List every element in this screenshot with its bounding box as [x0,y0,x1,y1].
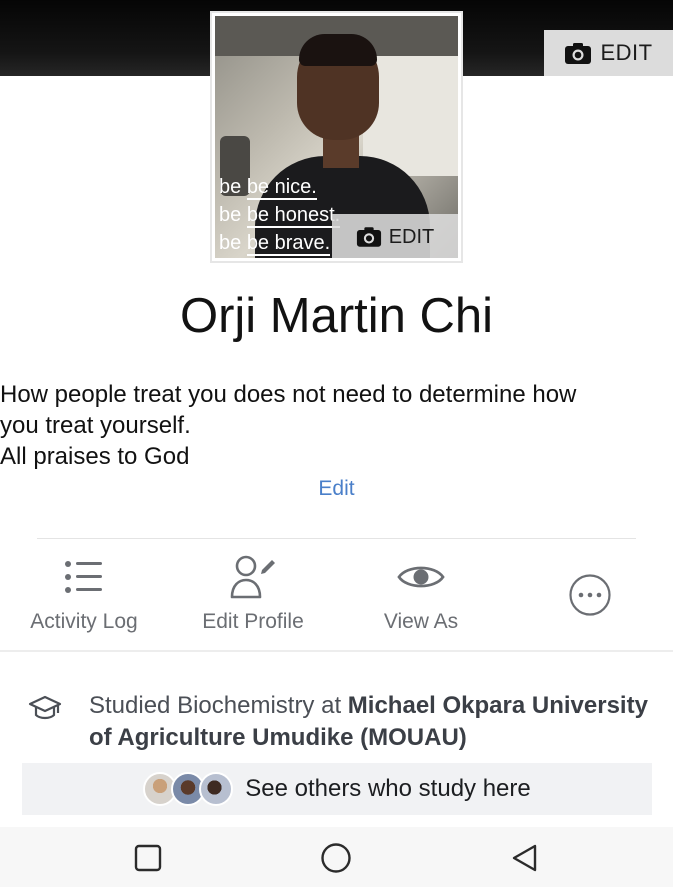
back-button[interactable] [507,841,541,875]
action-label: Activity Log [30,610,138,633]
bio-line: you treat yourself. [0,412,191,439]
activity-log-button[interactable]: Activity Log [0,548,169,634]
profile-photo[interactable]: be be nice. be be honest. be be brave. E… [210,11,463,263]
photo-overlay-text: be be nice. be be honest. be be brave. [219,176,341,256]
cover-edit-button[interactable]: EDIT [544,30,673,76]
bio-line: All praises to God [0,443,190,470]
recents-square-icon [134,844,162,872]
eye-icon [397,566,445,588]
see-others-label: See others who study here [245,775,531,802]
home-circle-icon [321,843,351,873]
overlay-line-3: be brave. [246,232,331,256]
camera-icon [565,42,592,64]
more-icon [569,574,611,616]
list-icon [65,561,102,593]
education-text: Studied Biochemistry at Michael Okpara U… [89,690,659,754]
edit-profile-icon [230,555,275,599]
avatar [199,772,234,806]
cover-edit-label: EDIT [600,40,653,65]
profile-name: Orji Martin Chi [179,289,494,343]
education-prefix: Studied Biochemistry at [89,692,348,719]
profile-photo-edit-label: EDIT [388,225,435,248]
profile-bio: How people treat you does not need to de… [0,379,673,472]
bio-line: How people treat you does not need to de… [0,381,577,408]
see-others-button[interactable]: See others who study here [22,763,652,815]
graduation-cap-icon [28,695,62,720]
profile-photo-image: be be nice. be be honest. be be brave. E… [215,16,458,258]
divider [37,538,636,539]
overlay-line-2: be honest. [246,204,341,228]
bio-edit-link[interactable]: Edit [0,477,673,501]
action-label: View As [383,610,459,633]
home-button[interactable] [319,841,353,875]
section-divider [0,650,673,652]
view-as-button[interactable]: View As [336,548,506,634]
more-options-button[interactable] [505,548,673,642]
back-triangle-icon [512,844,537,872]
profile-photo-edit-button[interactable]: EDIT [332,214,458,258]
overlay-line-1: be nice. [246,176,317,200]
system-nav-bar [0,827,673,887]
classmate-avatars [143,772,237,806]
recents-button[interactable] [131,841,165,875]
camera-icon [356,227,381,247]
profile-actions: Activity Log Edit Profile View As [0,548,673,648]
action-label: Edit Profile [202,610,304,633]
edit-profile-button[interactable]: Edit Profile [168,548,338,634]
